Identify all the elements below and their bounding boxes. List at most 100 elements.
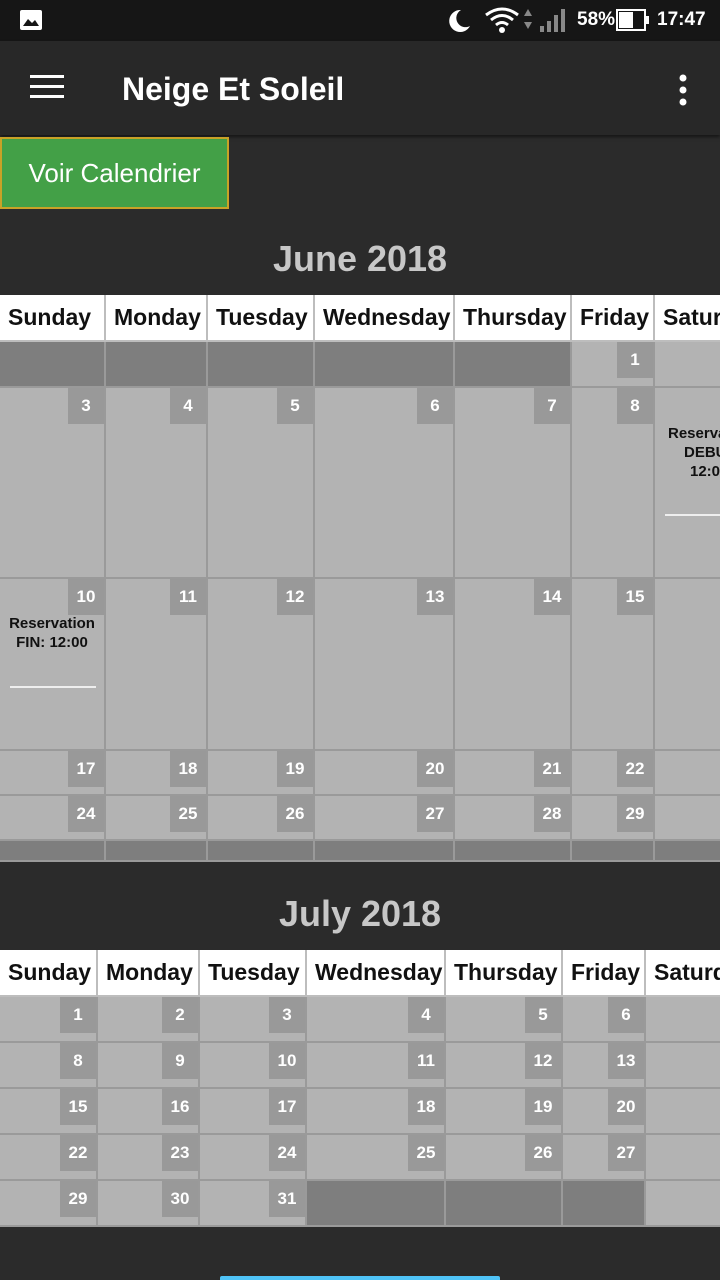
day-cell[interactable]: 24 (200, 1135, 307, 1181)
weekday-header: Friday (572, 295, 655, 342)
day-cell[interactable]: 26 (208, 796, 315, 841)
empty-cell (455, 342, 572, 388)
weekday-header: Tuesday (200, 950, 307, 997)
day-number: 27 (417, 796, 453, 832)
day-cell[interactable]: 1 (0, 997, 98, 1043)
day-cell[interactable]: 5 (208, 388, 315, 579)
day-number: 25 (170, 796, 206, 832)
day-cell[interactable]: 26 (446, 1135, 563, 1181)
reservation-start-text[interactable]: 12:0 (690, 462, 720, 481)
weekday-header: Monday (106, 295, 208, 342)
battery-percent: 58% (577, 9, 616, 30)
empty-cell (646, 1089, 720, 1135)
reservation-start-text[interactable]: Reserva (668, 424, 720, 443)
day-cell[interactable]: 19 (208, 751, 315, 796)
weekday-header: Wednesday (307, 950, 446, 997)
weekday-header: Thursday (455, 295, 572, 342)
reservation-end-time[interactable]: FIN: 12:00 (6, 633, 98, 652)
reservation-end-label[interactable]: Reservation (6, 614, 98, 633)
day-number: 15 (60, 1089, 96, 1125)
day-number: 8 (60, 1043, 96, 1079)
day-cell[interactable]: 13 (563, 1043, 646, 1089)
day-number: 13 (608, 1043, 644, 1079)
day-cell[interactable]: 18 (106, 751, 208, 796)
empty-cell (646, 997, 720, 1043)
day-cell[interactable]: 25 (106, 796, 208, 841)
clock: 17:47 (657, 9, 706, 30)
day-cell[interactable]: 22 (572, 751, 655, 796)
weekday-header: Wednesday (315, 295, 455, 342)
day-cell[interactable]: 20 (315, 751, 455, 796)
empty-cell (646, 1043, 720, 1089)
day-number: 27 (608, 1135, 644, 1171)
day-cell[interactable]: 7 (455, 388, 572, 579)
day-cell[interactable]: 19 (446, 1089, 563, 1135)
reservation-start-text[interactable]: DEBU (684, 443, 720, 462)
empty-cell (0, 342, 106, 388)
empty-cell (315, 342, 455, 388)
day-cell[interactable]: 11 (106, 579, 208, 751)
app-title: Neige Et Soleil (122, 71, 345, 107)
day-cell[interactable]: 20 (563, 1089, 646, 1135)
day-number: 17 (269, 1089, 305, 1125)
day-cell[interactable]: 4 (106, 388, 208, 579)
day-number: 10 (68, 579, 104, 615)
day-cell[interactable]: 21 (455, 751, 572, 796)
day-number: 12 (277, 579, 313, 615)
day-cell[interactable]: 24 (0, 796, 106, 841)
empty-cell (315, 841, 455, 862)
day-cell[interactable]: 13 (315, 579, 455, 751)
day-cell[interactable]: 22 (0, 1135, 98, 1181)
day-cell[interactable]: 6 (563, 997, 646, 1043)
empty-cell (208, 841, 315, 862)
empty-cell (106, 841, 208, 862)
day-cell[interactable]: 28 (455, 796, 572, 841)
day-number: 3 (68, 388, 104, 424)
day-cell[interactable]: 3 (200, 997, 307, 1043)
day-cell[interactable]: 30 (98, 1181, 200, 1227)
day-cell[interactable]: 15 (0, 1089, 98, 1135)
overflow-menu-icon[interactable] (672, 73, 694, 107)
day-cell[interactable]: 31 (200, 1181, 307, 1227)
day-number: 30 (162, 1181, 198, 1217)
month-title-july: July 2018 (278, 893, 442, 934)
day-cell[interactable]: 29 (0, 1181, 98, 1227)
day-cell[interactable]: 1 (572, 342, 655, 388)
day-cell[interactable]: 6 (315, 388, 455, 579)
day-cell[interactable]: 9 (98, 1043, 200, 1089)
day-cell[interactable]: 15 (572, 579, 655, 751)
day-cell[interactable]: 17 (200, 1089, 307, 1135)
day-cell[interactable]: 5 (446, 997, 563, 1043)
day-cell[interactable]: 11 (307, 1043, 446, 1089)
bottom-indicator (220, 1276, 500, 1280)
voir-calendrier-button[interactable]: Voir Calendrier (0, 137, 229, 209)
day-cell[interactable]: 16 (98, 1089, 200, 1135)
day-cell[interactable]: 3 (0, 388, 106, 579)
day-cell[interactable]: 18 (307, 1089, 446, 1135)
day-number: 29 (617, 796, 653, 832)
day-number: 26 (525, 1135, 561, 1171)
day-cell[interactable]: 8 (0, 1043, 98, 1089)
day-cell[interactable]: 23 (98, 1135, 200, 1181)
day-number: 20 (417, 751, 453, 787)
day-number: 2 (162, 997, 198, 1033)
day-cell[interactable]: 10 (200, 1043, 307, 1089)
day-cell[interactable]: 17 (0, 751, 106, 796)
day-number: 18 (170, 751, 206, 787)
empty-cell (455, 841, 572, 862)
day-cell[interactable]: 29 (572, 796, 655, 841)
hamburger-menu-icon[interactable] (30, 75, 64, 101)
day-cell[interactable]: 2 (98, 997, 200, 1043)
day-cell[interactable]: 27 (315, 796, 455, 841)
day-cell[interactable]: 12 (446, 1043, 563, 1089)
day-number: 28 (534, 796, 570, 832)
day-cell[interactable]: 8 (572, 388, 655, 579)
day-number: 5 (525, 997, 561, 1033)
day-cell[interactable]: 14 (455, 579, 572, 751)
day-cell[interactable]: 25 (307, 1135, 446, 1181)
day-cell[interactable]: 10 Reservation FIN: 12:00 (0, 579, 106, 751)
day-cell[interactable]: 12 (208, 579, 315, 751)
day-cell[interactable]: 27 (563, 1135, 646, 1181)
day-number: 1 (617, 342, 653, 378)
day-cell[interactable]: 4 (307, 997, 446, 1043)
